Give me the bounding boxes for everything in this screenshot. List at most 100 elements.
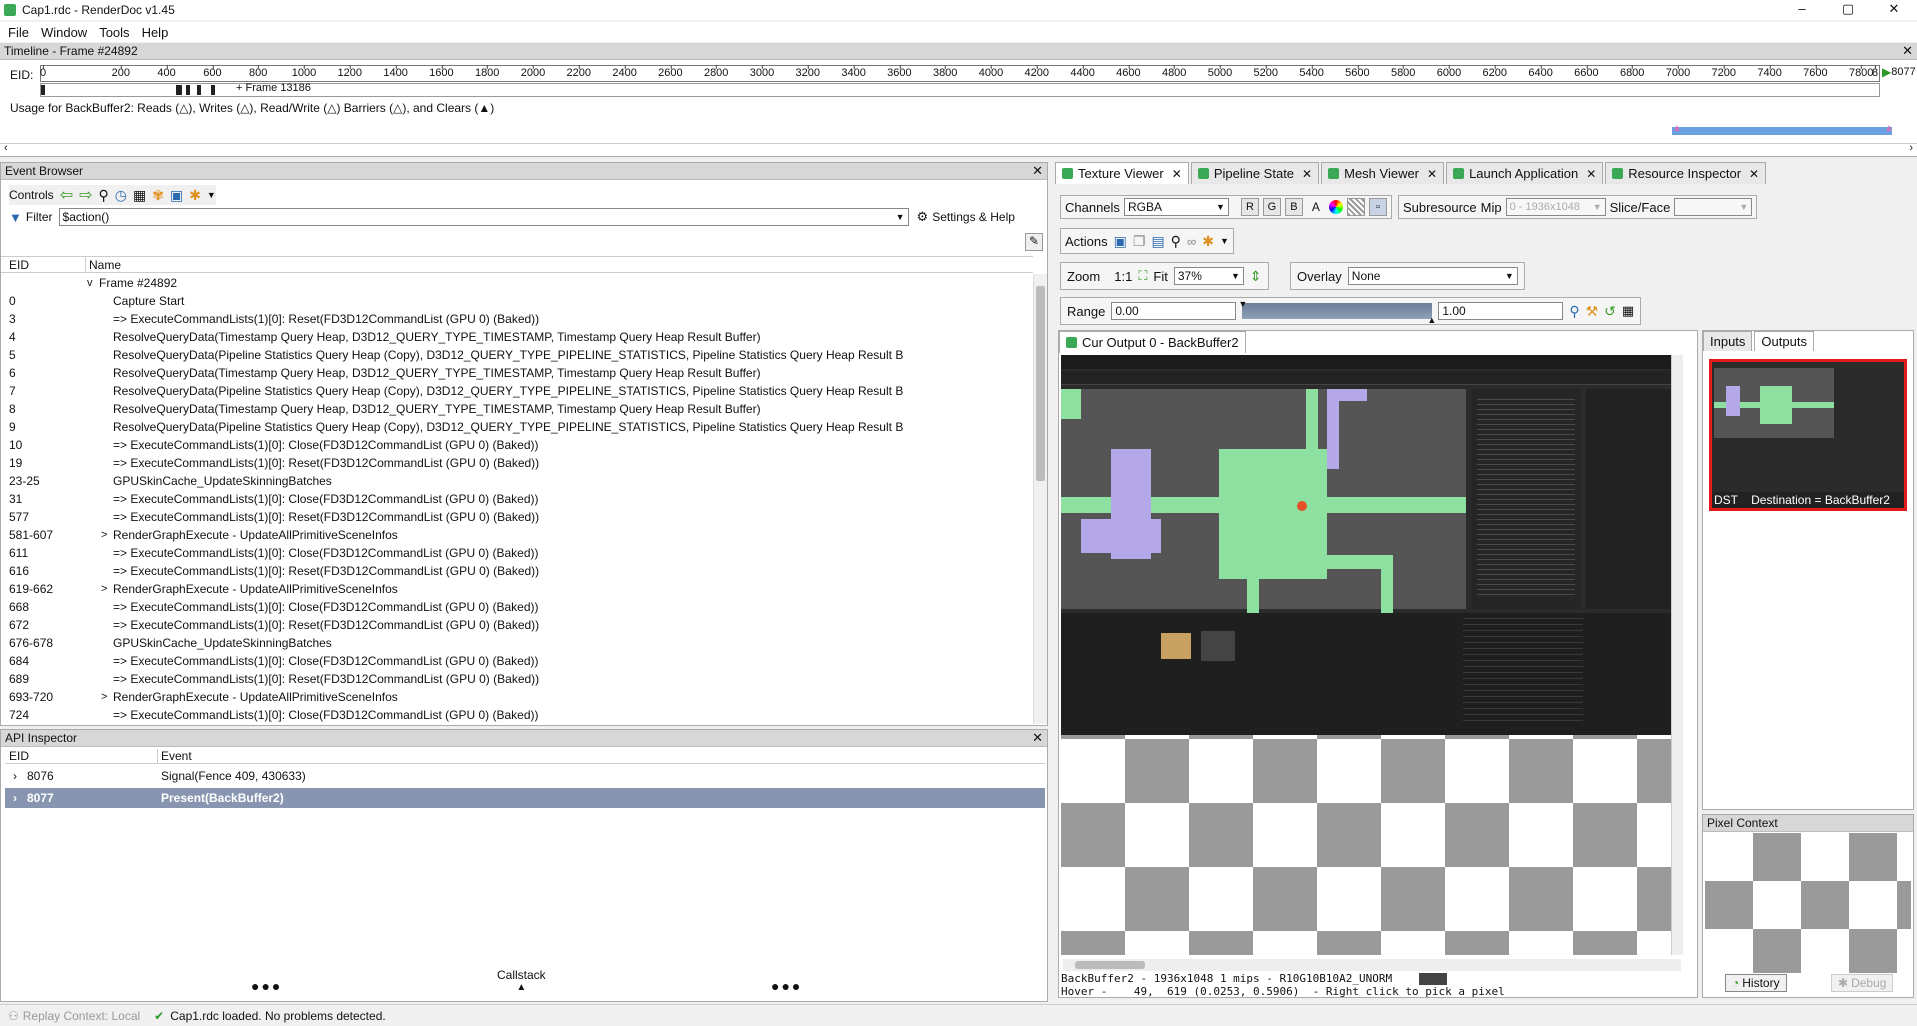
replay-context-label[interactable]: Replay Context: Local: [23, 1009, 140, 1023]
link-icon[interactable]: ∞: [1187, 234, 1196, 249]
event-row[interactable]: 9 ResolveQueryData(Pipeline Statistics Qu…: [1, 418, 1033, 436]
dropdown-arrow-icon[interactable]: ▼: [1220, 236, 1229, 246]
tab-pipeline-state[interactable]: Pipeline State ✕: [1190, 162, 1320, 184]
save-texture-icon[interactable]: ▣: [1114, 233, 1127, 250]
close-window-button[interactable]: ✕: [1871, 0, 1917, 20]
green-channel-toggle[interactable]: G: [1262, 198, 1281, 216]
tab-close-icon[interactable]: ✕: [1586, 167, 1596, 181]
dropdown-arrow-icon[interactable]: ▼: [207, 190, 216, 200]
time-icon[interactable]: ◷: [115, 187, 127, 204]
red-channel-toggle[interactable]: R: [1240, 198, 1259, 216]
maximize-button[interactable]: ▢: [1825, 0, 1871, 20]
tab-texture-viewer[interactable]: Texture Viewer ✕: [1055, 162, 1189, 184]
event-row[interactable]: 23-25 GPUSkinCache_UpdateSkinningBatches: [1, 472, 1033, 490]
timeline-frame-lane[interactable]: + Frame 13186: [40, 82, 1880, 97]
event-row[interactable]: 693-720 > RenderGraphExecute - UpdateAllPr…: [1, 688, 1033, 706]
event-browser-close-icon[interactable]: ✕: [1032, 163, 1043, 178]
output-thumbnail[interactable]: DST Destination = BackBuffer2: [1709, 359, 1907, 511]
event-row[interactable]: 5 ResolveQueryData(Pipeline Statistics Qu…: [1, 346, 1033, 364]
scrollbar-thumb[interactable]: [1036, 286, 1045, 481]
range-min-input[interactable]: 0.00: [1111, 302, 1237, 320]
tab-close-icon[interactable]: ✕: [1427, 167, 1437, 181]
event-row[interactable]: 3 => ExecuteCommandLists(1)[0]: Reset(FD3…: [1, 310, 1033, 328]
back-arrow-icon[interactable]: ⇦: [60, 185, 73, 205]
tab-launch-application[interactable]: Launch Application ✕: [1446, 162, 1604, 184]
open-icon[interactable]: ▤: [1151, 233, 1164, 250]
fit-icon[interactable]: ⛶: [1138, 268, 1147, 284]
canvas-vscrollbar[interactable]: [1671, 355, 1683, 955]
callstack-toggle[interactable]: Callstack ▲: [497, 968, 546, 993]
edit-note-icon[interactable]: ✎: [1025, 233, 1043, 251]
output-tab[interactable]: Cur Output 0 - BackBuffer2: [1059, 331, 1246, 353]
debug-button[interactable]: ✱ Debug: [1831, 974, 1894, 992]
alpha-channel-toggle[interactable]: A: [1307, 200, 1325, 214]
more-dots-icon[interactable]: ●●●: [771, 978, 802, 994]
channels-select[interactable]: RGBA ▼: [1123, 198, 1229, 216]
api-col-eid-header[interactable]: EID: [9, 749, 29, 763]
tab-inputs[interactable]: Inputs: [1703, 331, 1753, 351]
api-row[interactable]: › 8076 Signal(Fence 409, 430633): [5, 766, 1045, 786]
tab-mesh-viewer[interactable]: Mesh Viewer ✕: [1321, 162, 1445, 184]
range-max-input[interactable]: 1.00: [1438, 302, 1564, 320]
event-row[interactable]: 724 => ExecuteCommandLists(1)[0]: Close(F…: [1, 706, 1033, 724]
menu-window[interactable]: Window: [33, 25, 91, 40]
auto-fit-wand-icon[interactable]: ⚒: [1586, 303, 1599, 320]
chevron-right-icon[interactable]: >: [101, 580, 107, 598]
event-row[interactable]: 31 => ExecuteCommandLists(1)[0]: Close(FD…: [1, 490, 1033, 508]
range-min-handle-icon[interactable]: ▼: [1238, 299, 1247, 309]
event-row[interactable]: 668 => ExecuteCommandLists(1)[0]: Close(F…: [1, 598, 1033, 616]
chevron-right-icon[interactable]: >: [101, 526, 107, 544]
filter-dropdown-icon[interactable]: ▼: [896, 209, 905, 225]
fit-button[interactable]: Fit: [1153, 269, 1167, 284]
scroll-left-icon[interactable]: ‹: [4, 142, 8, 154]
event-list-scrollbar[interactable]: [1033, 274, 1047, 724]
expand-icon[interactable]: ›: [13, 788, 17, 808]
event-row[interactable]: 6 ResolveQueryData(Timestamp Query Heap, …: [1, 364, 1033, 382]
timeline-scrollbar[interactable]: ‹ ›: [0, 142, 1917, 155]
menu-help[interactable]: Help: [134, 25, 173, 40]
zoom-1to1-button[interactable]: 1:1: [1114, 269, 1132, 284]
canvas-hscrollbar[interactable]: [1063, 959, 1681, 971]
gear-icon[interactable]: ✱: [1202, 233, 1214, 250]
api-inspector-close-icon[interactable]: ✕: [1032, 730, 1043, 745]
zoom-range-icon[interactable]: ⚲: [1569, 303, 1579, 320]
frame-marker[interactable]: + Frame 13186: [236, 82, 311, 94]
tab-resource-inspector[interactable]: Resource Inspector ✕: [1605, 162, 1767, 184]
history-button[interactable]: ◔ History: [1725, 974, 1787, 992]
settings-gear-icon[interactable]: ⚙: [917, 209, 929, 225]
settings-help-button[interactable]: Settings & Help: [932, 210, 1015, 224]
reset-range-icon[interactable]: ↺: [1604, 303, 1616, 320]
slice-face-select[interactable]: ▼: [1674, 198, 1753, 216]
blue-channel-toggle[interactable]: B: [1284, 198, 1303, 216]
event-row[interactable]: 4 ResolveQueryData(Timestamp Query Heap, …: [1, 328, 1033, 346]
api-row-selected[interactable]: › 8077 Present(BackBuffer2): [5, 788, 1045, 808]
api-col-event-header[interactable]: Event: [161, 749, 192, 763]
flip-icon[interactable]: ▫: [1368, 198, 1387, 216]
chevron-right-icon[interactable]: >: [101, 688, 107, 706]
checkerboard-icon[interactable]: [1346, 198, 1365, 216]
event-row[interactable]: 676-678 GPUSkinCache_UpdateSkinningBatche…: [1, 634, 1033, 652]
more-dots-icon[interactable]: ●●●: [251, 978, 282, 994]
tab-close-icon[interactable]: ✕: [1172, 167, 1182, 181]
overlay-select[interactable]: None ▼: [1347, 267, 1518, 285]
event-row[interactable]: 611 => ExecuteCommandLists(1)[0]: Close(F…: [1, 544, 1033, 562]
expand-icon[interactable]: ›: [13, 766, 17, 786]
histogram-icon[interactable]: ▦: [1622, 303, 1634, 319]
flip-vertical-icon[interactable]: ⇕: [1250, 268, 1262, 285]
event-row[interactable]: 10 => ExecuteCommandLists(1)[0]: Close(FD…: [1, 436, 1033, 454]
menu-file[interactable]: File: [0, 25, 33, 40]
event-row[interactable]: v Frame #24892: [1, 274, 1033, 292]
event-row[interactable]: 8 ResolveQueryData(Timestamp Query Heap, …: [1, 400, 1033, 418]
color-wheel-icon[interactable]: [1328, 200, 1343, 214]
settings-icon[interactable]: ✾: [152, 187, 164, 204]
col-eid-header[interactable]: EID: [9, 258, 29, 272]
timeline-ruler[interactable]: 0 200 400 600 800 1000 1200 1400 1600 1800 2000 220…: [40, 65, 1880, 82]
binoculars-icon[interactable]: ⚲: [1171, 233, 1181, 250]
event-row[interactable]: 7 ResolveQueryData(Pipeline Statistics Qu…: [1, 382, 1033, 400]
gear-icon[interactable]: ✱: [189, 187, 201, 204]
event-row[interactable]: 672 => ExecuteCommandLists(1)[0]: Reset(F…: [1, 616, 1033, 634]
event-row[interactable]: 581-607 > RenderGraphExecute - UpdateAllPr…: [1, 526, 1033, 544]
mip-select[interactable]: 0 - 1936x1048 ▼: [1505, 198, 1606, 216]
tab-outputs[interactable]: Outputs: [1754, 331, 1814, 351]
range-max-handle-icon[interactable]: ▲: [1427, 315, 1436, 325]
